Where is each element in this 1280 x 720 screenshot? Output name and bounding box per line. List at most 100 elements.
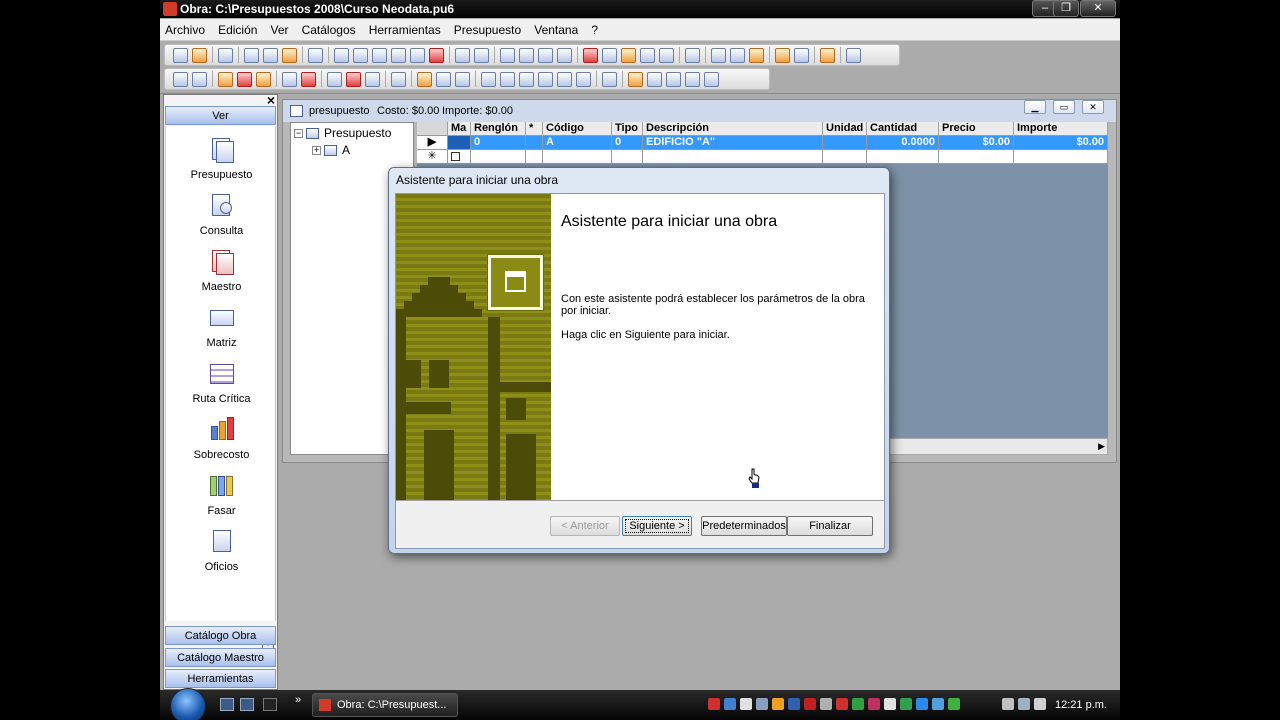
app-shortcut-icon[interactable] [263,698,277,711]
menu-help[interactable]: ? [586,19,603,41]
cell-unidad[interactable] [823,136,867,150]
cut-icon[interactable] [244,47,259,63]
start-button[interactable] [170,688,206,720]
tree-node-a[interactable]: + A [312,142,350,158]
menu-ventana[interactable]: Ventana [529,19,583,41]
tools-icon[interactable] [749,47,764,63]
tray-icon[interactable] [852,698,864,710]
nav-item-fasar[interactable]: Fasar [166,472,277,517]
insert-row-icon[interactable] [218,71,233,87]
outline-icon[interactable] [557,47,572,63]
column-header-precio[interactable]: Precio [939,122,1014,136]
scroll-right-icon[interactable]: ▶ [1098,441,1105,452]
calculator-icon[interactable] [685,47,700,63]
cell-codigo[interactable] [543,150,612,164]
defaults-button[interactable]: Predeterminados [701,516,787,536]
menu-archivo[interactable]: Archivo [160,19,210,41]
column-header-descripcion[interactable]: Descripción [643,122,823,136]
tray-icon[interactable] [772,698,784,710]
cell-cantidad[interactable]: 0.0000 [867,136,939,150]
level-1-icon[interactable] [417,71,432,87]
view-concepts-icon[interactable] [628,71,643,87]
tray-icon[interactable] [724,698,736,710]
level-3-icon[interactable] [455,71,470,87]
open-icon[interactable] [192,47,207,63]
menu-ver[interactable]: Ver [266,19,294,41]
power-icon[interactable] [1018,698,1030,710]
nav-item-oficios[interactable]: Oficios [166,528,277,573]
document-icon[interactable] [659,47,674,63]
back-button[interactable]: < Anterior [550,516,620,536]
clock[interactable]: 12:21 p.m. [1055,690,1107,720]
cell-renglon[interactable]: 0 [471,136,526,150]
tray-icon[interactable] [948,698,960,710]
level-2-icon[interactable] [436,71,451,87]
close-button[interactable]: ✕ [1080,0,1116,17]
explode-icon[interactable] [282,71,297,87]
tray-icon[interactable] [836,698,848,710]
switch-windows-icon[interactable] [240,698,254,711]
network-icon[interactable] [1002,698,1014,710]
column-header-ma[interactable]: Ma [448,122,471,136]
cell-precio[interactable]: $0.00 [939,136,1014,150]
column-header-star[interactable]: * [526,122,543,136]
nav-item-ruta-critica[interactable]: Ruta Crítica [166,360,277,405]
tray-icon[interactable] [932,698,944,710]
chart-icon[interactable] [583,47,598,63]
cell-cantidad[interactable] [867,150,939,164]
structure-icon[interactable] [602,47,617,63]
taskbar-window-button[interactable]: Obra: C:\Presupuest... [312,693,458,717]
cell-importe[interactable] [1014,150,1108,164]
tray-icon[interactable] [900,698,912,710]
nav-item-presupuesto[interactable]: Presupuesto [166,136,277,181]
finish-button[interactable]: Finalizar [787,516,873,536]
sort-ascending-icon[interactable] [334,47,349,63]
search-icon[interactable] [519,47,534,63]
nav-group-ver[interactable]: Ver [165,106,276,125]
cell-ma-checkbox[interactable] [448,150,471,164]
column-header-codigo[interactable]: Código [543,122,612,136]
menu-presupuesto[interactable]: Presupuesto [449,19,526,41]
move-down-icon[interactable] [576,71,591,87]
tree-node-presupuesto[interactable]: − Presupuesto [294,125,391,141]
column-header-cantidad[interactable]: Cantidad [867,122,939,136]
copy-level-icon[interactable] [602,71,617,87]
cell-star[interactable] [526,136,543,150]
move-up-icon[interactable] [557,71,572,87]
nav-item-sobrecosto[interactable]: Sobrecosto [166,416,277,461]
child-restore-button[interactable]: ▭ [1053,100,1075,114]
new-row[interactable]: ✳ [417,150,1108,164]
table-icon[interactable] [346,71,361,87]
tray-icon[interactable] [884,698,896,710]
recalculate-icon[interactable] [327,71,342,87]
column-header-unidad[interactable]: Unidad [823,122,867,136]
indent-icon[interactable] [519,71,534,87]
cell-tipo[interactable]: 0 [612,136,643,150]
new-icon[interactable] [173,47,188,63]
undo-icon[interactable] [308,47,323,63]
report-icon[interactable] [730,47,745,63]
column-header-tipo[interactable]: Tipo [612,122,643,136]
menu-catalogos[interactable]: Catálogos [297,19,361,41]
cell-tipo[interactable] [612,150,643,164]
view-explosion-icon[interactable] [666,71,681,87]
tray-icon[interactable] [708,698,720,710]
tray-icon[interactable] [916,698,928,710]
tray-icon[interactable] [804,698,816,710]
menu-herramientas[interactable]: Herramientas [364,19,446,41]
cell-precio[interactable] [939,150,1014,164]
cell-importe[interactable]: $0.00 [1014,136,1108,150]
users-icon[interactable] [775,47,790,63]
cell-renglon[interactable] [471,150,526,164]
check-icon[interactable] [538,47,553,63]
cell-descripcion[interactable] [643,150,823,164]
notes-icon[interactable] [794,47,809,63]
zoom-icon[interactable] [391,71,406,87]
first-record-icon[interactable] [455,47,470,63]
expand-icon[interactable]: + [312,146,321,156]
tray-icon[interactable] [756,698,768,710]
analysis-icon[interactable] [301,71,316,87]
volume-icon[interactable] [1034,698,1046,710]
cell-descripcion[interactable]: EDIFICIO "A" [643,136,823,150]
delete-row-icon[interactable] [237,71,252,87]
